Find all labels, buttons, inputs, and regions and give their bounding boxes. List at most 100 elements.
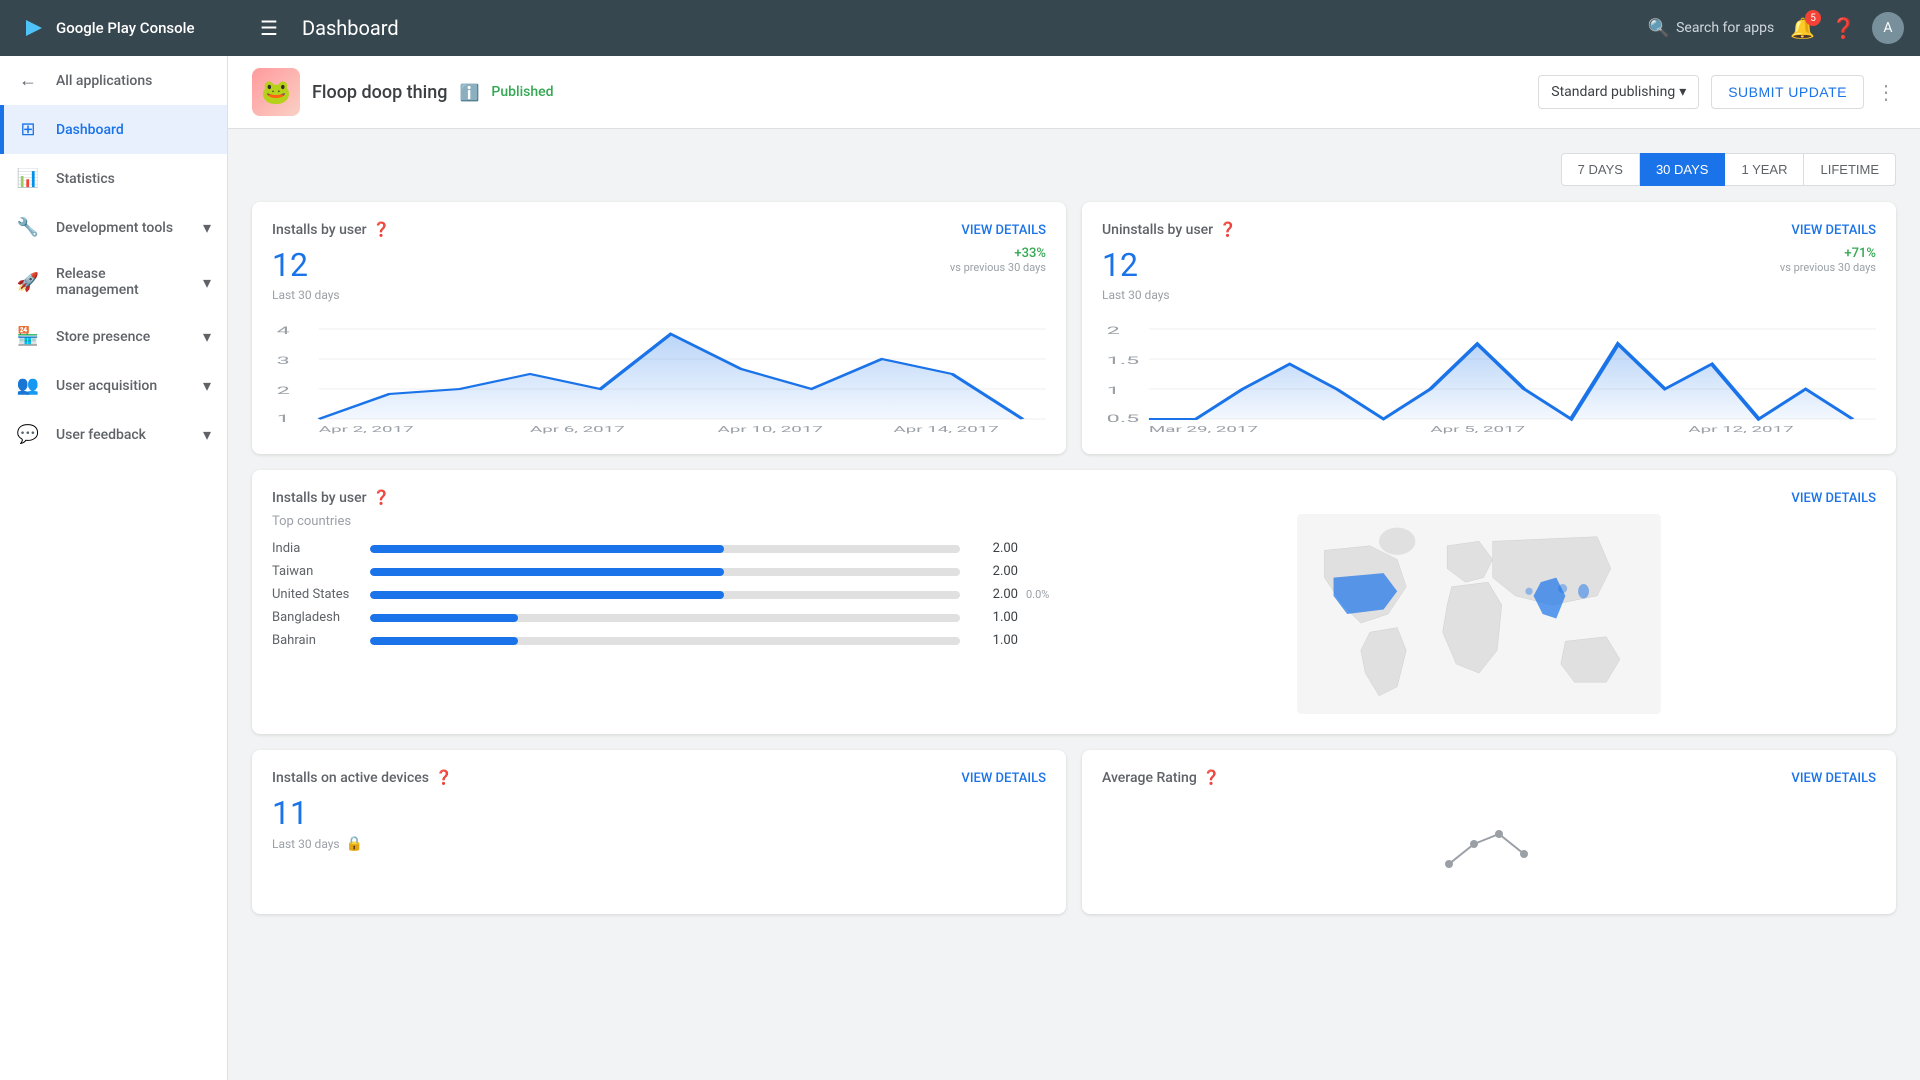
publishing-dropdown[interactable]: Standard publishing ▾: [1538, 75, 1699, 109]
svg-text:Apr 6, 2017: Apr 6, 2017: [530, 425, 625, 434]
installs-chart: 4 3 2 1: [272, 314, 1046, 434]
nav-actions: 🔍 Search for apps 🔔 5 ❓ A: [1648, 12, 1904, 44]
search-icon: 🔍: [1648, 18, 1670, 39]
installs-by-user-card: Installs by user ❓ VIEW DETAILS 12 Last …: [252, 202, 1066, 454]
sidebar-dashboard-label: Dashboard: [56, 122, 211, 138]
world-map-svg: [1082, 514, 1876, 714]
sidebar-item-user-acquisition[interactable]: 👥 User acquisition ▾: [0, 361, 227, 410]
svg-text:0.5: 0.5: [1107, 413, 1140, 425]
app-icon: 🐸: [252, 68, 300, 116]
help-icon[interactable]: ❓: [373, 222, 390, 238]
uninstalls-change: +71%: [1780, 246, 1876, 261]
bottom-cards-row: Installs on active devices ❓ VIEW DETAIL…: [252, 750, 1896, 914]
svg-text:2: 2: [1107, 325, 1120, 337]
top-navigation: Google Play Console ☰ Dashboard 🔍 Search…: [0, 0, 1920, 56]
country-name: Bahrain: [272, 633, 362, 648]
uninstalls-view-details-link[interactable]: VIEW DETAILS: [1791, 223, 1876, 238]
rating-chart-icon: [1439, 814, 1539, 874]
svg-text:Mar 29, 2017: Mar 29, 2017: [1149, 425, 1258, 434]
installs-view-details-link[interactable]: VIEW DETAILS: [961, 223, 1046, 238]
map-view-details-link[interactable]: VIEW DETAILS: [1791, 491, 1876, 506]
help-icon[interactable]: ❓: [373, 490, 390, 506]
active-devices-subtitle: Last 30 days: [272, 837, 340, 851]
uninstalls-value-section: 12 Last 30 days: [1102, 246, 1170, 302]
sidebar-item-dashboard[interactable]: ⊞ Dashboard: [0, 105, 227, 154]
uninstalls-card-meta: 12 Last 30 days +71% vs previous 30 days: [1102, 246, 1876, 302]
countries-section: Top countries India 2.00 Taiwan: [272, 514, 1066, 714]
user-acquisition-icon: 👥: [16, 375, 40, 396]
svg-text:Apr 12, 2017: Apr 12, 2017: [1688, 425, 1793, 434]
chevron-down-icon: ▾: [203, 218, 211, 237]
country-row-bahrain: Bahrain 1.00: [272, 633, 1066, 648]
active-devices-header: Installs on active devices ❓ VIEW DETAIL…: [272, 770, 1046, 786]
help-icon[interactable]: ❓: [1203, 770, 1220, 786]
help-button[interactable]: ❓: [1831, 16, 1856, 40]
time-filter-1year[interactable]: 1 YEAR: [1725, 153, 1804, 186]
sidebar-item-all-applications[interactable]: ← All applications: [0, 56, 227, 105]
main-content: 🐸 Floop doop thing ℹ️ Published Standard…: [228, 56, 1920, 1080]
store-presence-icon: 🏪: [16, 326, 40, 347]
play-store-logo-icon: [16, 12, 48, 44]
statistics-icon: 📊: [16, 168, 40, 189]
sidebar-item-statistics[interactable]: 📊 Statistics: [0, 154, 227, 203]
rating-header: Average Rating ❓ VIEW DETAILS: [1102, 770, 1876, 786]
installs-value: 12: [272, 246, 340, 284]
uninstalls-card-title: Uninstalls by user ❓: [1102, 222, 1237, 238]
dev-tools-icon: 🔧: [16, 217, 40, 238]
time-filter-7days[interactable]: 7 DAYS: [1561, 153, 1640, 186]
sidebar-release-label: Release management: [56, 266, 187, 298]
chevron-down-icon: ▾: [203, 376, 211, 395]
svg-text:1.5: 1.5: [1107, 355, 1140, 367]
logo-area: Google Play Console: [16, 12, 244, 44]
country-value: 2.00: [968, 587, 1018, 602]
rating-chart-area: [1102, 794, 1876, 894]
active-devices-view-details[interactable]: VIEW DETAILS: [961, 771, 1046, 786]
country-name: India: [272, 541, 362, 556]
country-bar-container: [370, 545, 960, 553]
chevron-down-icon: ▾: [203, 425, 211, 444]
avatar[interactable]: A: [1872, 12, 1904, 44]
uninstalls-change-vs: vs previous 30 days: [1780, 261, 1876, 274]
app-info-icon[interactable]: ℹ️: [459, 83, 479, 102]
notifications-button[interactable]: 🔔 5: [1790, 16, 1815, 40]
rating-title: Average Rating ❓: [1102, 770, 1220, 786]
country-name: Bangladesh: [272, 610, 362, 625]
time-filter-bar: 7 DAYS 30 DAYS 1 YEAR LIFETIME: [252, 153, 1896, 186]
svg-text:Apr 14, 2017: Apr 14, 2017: [894, 425, 999, 434]
svg-text:3: 3: [277, 355, 290, 367]
installs-change-vs: vs previous 30 days: [950, 261, 1046, 274]
installs-subtitle: Last 30 days: [272, 288, 340, 302]
user-feedback-icon: 💬: [16, 424, 40, 445]
submit-update-button[interactable]: SUBMIT UPDATE: [1711, 75, 1864, 109]
more-options-icon[interactable]: ⋮: [1876, 80, 1896, 104]
help-icon[interactable]: ❓: [1219, 222, 1236, 238]
back-arrow-icon: ←: [16, 70, 40, 91]
hamburger-menu-button[interactable]: ☰: [260, 16, 278, 40]
country-bar-fill: [370, 637, 518, 645]
sidebar-item-user-feedback[interactable]: 💬 User feedback ▾: [0, 410, 227, 459]
country-bar-container: [370, 614, 960, 622]
country-bar-container: [370, 568, 960, 576]
country-row-taiwan: Taiwan 2.00: [272, 564, 1066, 579]
chevron-down-icon: ▾: [203, 327, 211, 346]
search-button[interactable]: 🔍 Search for apps: [1648, 18, 1775, 39]
sidebar-item-development-tools[interactable]: 🔧 Development tools ▾: [0, 203, 227, 252]
dashboard-content: 7 DAYS 30 DAYS 1 YEAR LIFETIME Installs …: [228, 129, 1920, 938]
svg-text:Apr 2, 2017: Apr 2, 2017: [319, 425, 414, 434]
country-value: 1.00: [968, 610, 1018, 625]
uninstalls-subtitle: Last 30 days: [1102, 288, 1170, 302]
sidebar-item-store-presence[interactable]: 🏪 Store presence ▾: [0, 312, 227, 361]
search-label: Search for apps: [1676, 20, 1774, 36]
status-badge: Published: [491, 84, 553, 100]
help-icon[interactable]: ❓: [435, 770, 452, 786]
sidebar: ← All applications ⊞ Dashboard 📊 Statist…: [0, 56, 228, 1080]
active-devices-title: Installs on active devices ❓: [272, 770, 452, 786]
page-title: Dashboard: [302, 16, 1632, 40]
app-name: Floop doop thing: [312, 82, 447, 103]
time-filter-lifetime[interactable]: LIFETIME: [1804, 153, 1896, 186]
sidebar-item-release-management[interactable]: 🚀 Release management ▾: [0, 252, 227, 312]
rating-view-details[interactable]: VIEW DETAILS: [1791, 771, 1876, 786]
uninstalls-change-section: +71% vs previous 30 days: [1780, 246, 1876, 274]
time-filter-30days[interactable]: 30 DAYS: [1640, 153, 1726, 186]
active-devices-value: 11: [272, 794, 1046, 832]
